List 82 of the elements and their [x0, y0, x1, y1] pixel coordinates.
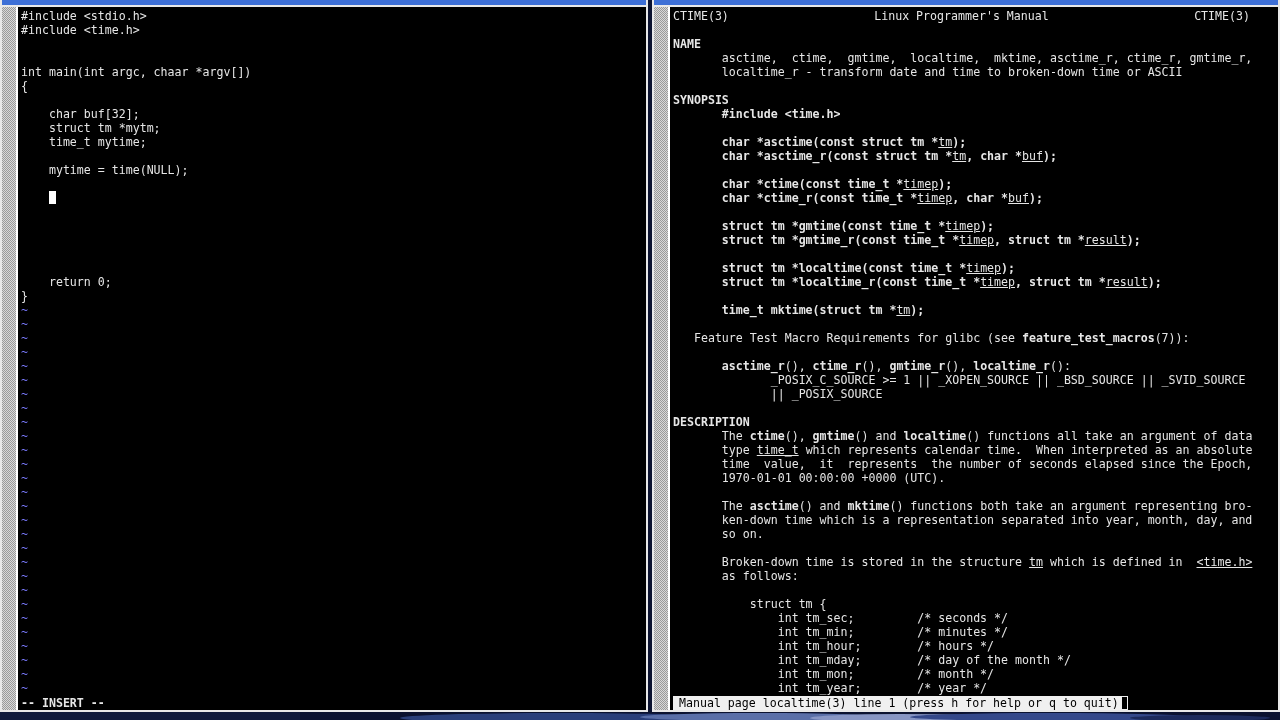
empty-line-marker: ~ [21, 583, 28, 597]
code-line: int main(int argc, chaar *argv[]) [21, 65, 253, 79]
empty-line-marker: ~ [21, 359, 28, 373]
text-line: _POSIX_C_SOURCE >= 1 || _XOPEN_SOURCE || _BSD_SOURCE || _SVID_SOURCE [770, 373, 1246, 387]
text-line: || _POSIX_SOURCE [769, 387, 883, 401]
text-line: type time_t which represents calendar time. When interpreted as an absolute [720, 443, 1253, 457]
code-line: char buf[32]; [47, 107, 141, 121]
empty-line-marker: ~ [21, 331, 28, 345]
empty-line-marker: ~ [21, 597, 28, 611]
code-line: time_t mytime; [47, 135, 148, 149]
empty-line-marker: ~ [21, 513, 28, 527]
text-line: struct tm *gmtime(const time_t *timep); [720, 219, 995, 233]
empty-line-marker: ~ [21, 317, 28, 331]
empty-line-marker: ~ [21, 345, 28, 359]
text-line: asctime, ctime, gmtime, localtime, mktime, asctime_r, ctime_r, gmtime_r, [720, 51, 1253, 65]
text-line: char *asctime(const struct tm *tm); [720, 135, 967, 149]
section-heading: NAME [673, 37, 701, 51]
code-line: #include <stdio.h> [21, 9, 148, 23]
empty-line-marker: ~ [21, 471, 28, 485]
text-line: as follows: [720, 569, 799, 583]
empty-line-marker: ~ [21, 681, 28, 695]
empty-line-marker: ~ [21, 429, 28, 443]
empty-line-marker: ~ [21, 625, 28, 639]
empty-line-marker: ~ [21, 639, 28, 653]
text-line: ken-down time which is a representation separated into year, month, day, and [720, 513, 1253, 527]
text-line: Broken-down time is stored in the structure tm which is defined in <time.h> [720, 555, 1253, 569]
scrollbar[interactable] [2, 7, 18, 710]
text-line: int tm_year; /* year */ [776, 681, 988, 695]
code-line: { [21, 79, 29, 93]
text-line: char *ctime(const time_t *timep); [720, 177, 953, 191]
text-line: localtime_r - transform date and time to broken-down time or ASCII [720, 65, 1183, 79]
empty-line-marker: ~ [21, 611, 28, 625]
empty-line-marker: ~ [21, 415, 28, 429]
text-line: #include <time.h> [720, 107, 841, 121]
page-header: CTIME(3) [1194, 9, 1250, 23]
text-line: time value, it represents the number of seconds elapsed since the Epoch, [720, 457, 1253, 471]
text-line: 1970-01-01 00:00:00 +0000 (UTC). [720, 471, 946, 485]
empty-line-marker: ~ [21, 541, 28, 555]
empty-line-marker: ~ [21, 303, 28, 317]
empty-line-marker: ~ [21, 527, 28, 541]
text-line: The ctime(), gmtime() and localtime() functions all take an argument of data [720, 429, 1253, 443]
empty-line-marker: ~ [21, 555, 28, 569]
code-line: #include <time.h> [21, 23, 141, 37]
text-line: struct tm { [748, 597, 827, 611]
text-line: struct tm *localtime(const time_t *timep); [720, 261, 1016, 275]
empty-line-marker: ~ [21, 457, 28, 471]
code-line: } [21, 289, 29, 303]
empty-line-marker: ~ [21, 401, 28, 415]
empty-line-marker: ~ [21, 485, 28, 499]
text-line: Feature Test Macro Requirements for glibc (see feature_test_macros(7)): [692, 331, 1190, 345]
text-line: int tm_hour; /* hours */ [776, 639, 995, 653]
empty-line-marker: ~ [21, 387, 28, 401]
section-heading: DESCRIPTION [673, 415, 750, 429]
empty-line-marker: ~ [21, 373, 28, 387]
code-line: mytime = time(NULL); [47, 163, 190, 177]
page-header: CTIME(3) [673, 9, 729, 23]
text-line: char *asctime_r(const struct tm *tm, char *buf); [720, 149, 1057, 163]
text-line: int tm_mday; /* day of the month */ [776, 653, 1071, 667]
text-line: char *ctime_r(const time_t *timep, char *buf); [720, 191, 1043, 205]
title-bar[interactable] [2, 0, 646, 7]
page-header: Linux Programmer's Manual [874, 9, 1049, 23]
text-line: struct tm *localtime_r(const time_t *timep, struct tm *result); [720, 275, 1162, 289]
empty-line-marker: ~ [21, 499, 28, 513]
section-heading: SYNOPSIS [673, 93, 729, 107]
empty-line-marker: ~ [21, 667, 28, 681]
title-bar[interactable] [654, 0, 1278, 7]
text-line: int tm_min; /* minutes */ [776, 625, 1009, 639]
text-line: struct tm *gmtime_r(const time_t *timep, struct tm *result); [720, 233, 1141, 247]
empty-line-marker: ~ [21, 443, 28, 457]
text-line: The asctime() and mktime() functions both take an argument representing bro- [720, 499, 1253, 513]
text-line: time_t mktime(struct tm *tm); [720, 303, 925, 317]
text-line: int tm_sec; /* seconds */ [776, 611, 1009, 625]
text-line: asctime_r(), ctime_r(), gmtime_r(), localtime_r(): [720, 359, 1071, 373]
text-line: int tm_mon; /* month */ [776, 667, 995, 681]
code-line: return 0; [47, 275, 113, 289]
code-line: struct tm *mytm; [47, 121, 162, 135]
mode-indicator: -- INSERT -- [21, 696, 105, 710]
text-line: so on. [720, 527, 764, 541]
empty-line-marker: ~ [21, 569, 28, 583]
text-cursor [49, 191, 56, 204]
empty-line-marker: ~ [21, 653, 28, 667]
scrollbar[interactable] [654, 7, 670, 710]
